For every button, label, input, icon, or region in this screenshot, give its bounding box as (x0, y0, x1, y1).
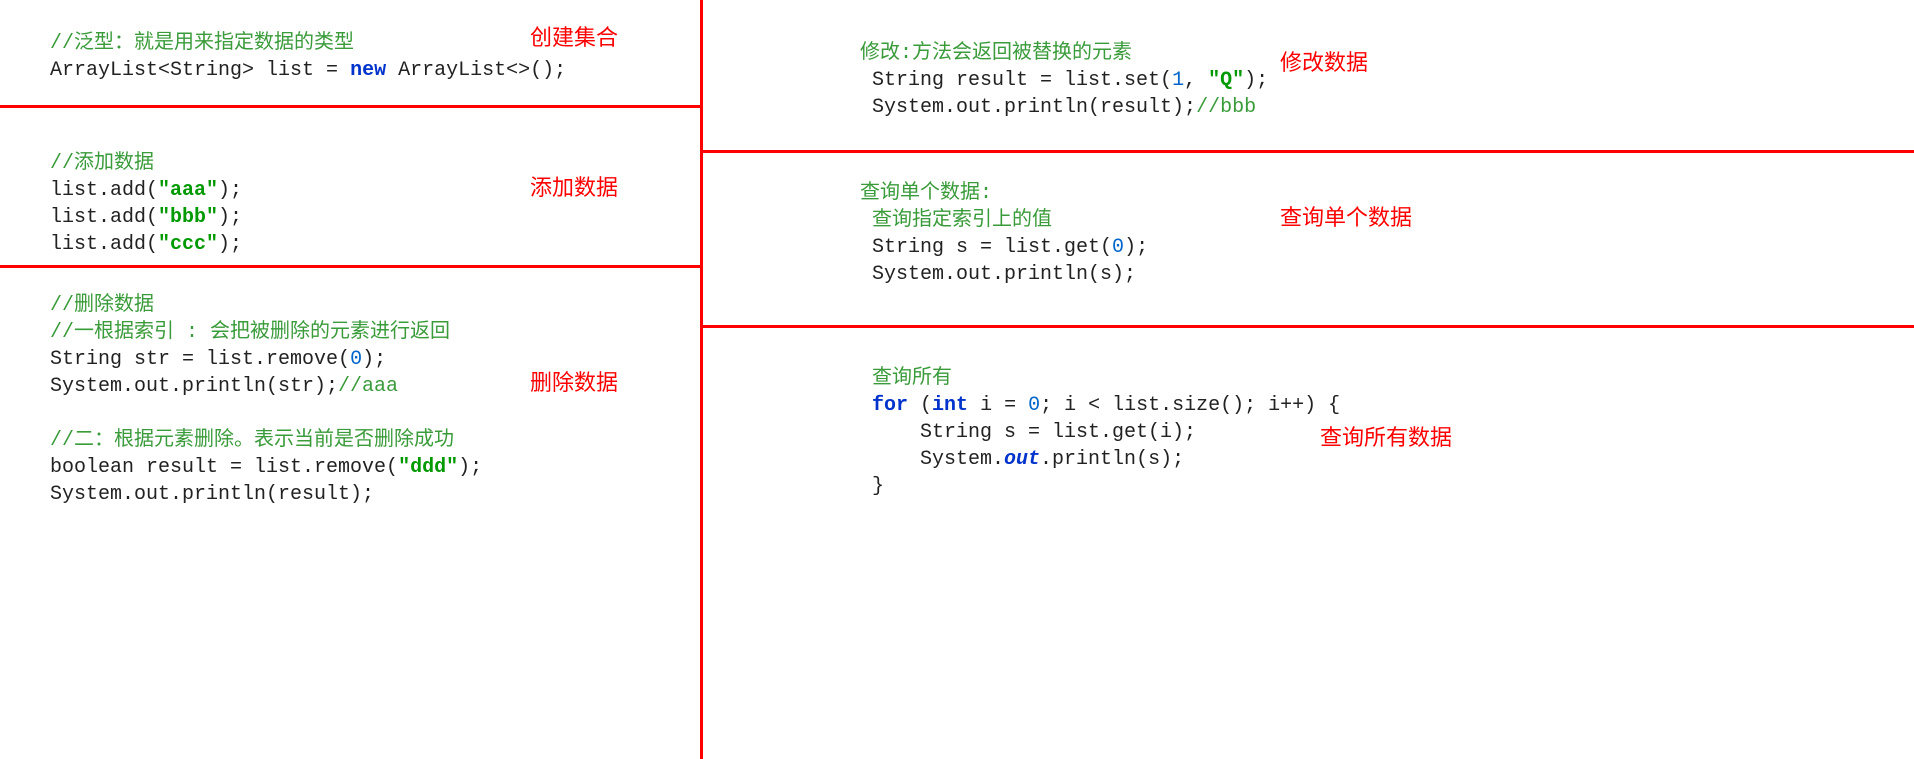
code-text: System.out.println(result); (860, 96, 1196, 119)
code-number: 0 (1028, 394, 1040, 417)
code-text: System.out.println(str); (50, 375, 338, 398)
code-text: String str = list.remove( (50, 348, 350, 371)
code-text: ( (908, 394, 932, 417)
code-keyword: out (1004, 448, 1040, 471)
cell-query-all: 查询所有 for (int i = 0; i < list.size(); i+… (810, 345, 1710, 520)
badge-remove: 删除数据 (530, 365, 618, 397)
code-text: String result = list.set( (860, 69, 1172, 92)
code-text: System.out.println(s); (860, 263, 1136, 286)
code-comment: 查询指定索引上的值 (860, 209, 1052, 232)
code-text: , (1184, 69, 1208, 92)
code-string: "bbb" (158, 206, 218, 229)
code-comment: //二：根据元素删除。表示当前是否删除成功 (50, 429, 454, 452)
code-comment: 查询所有 (860, 367, 952, 390)
cell-query-one: 查询单个数据: 查询指定索引上的值 String s = list.get(0)… (810, 160, 1710, 308)
code-comment: //一根据索引 : 会把被删除的元素进行返回 (50, 321, 450, 344)
badge-query-one: 查询单个数据 (1280, 200, 1412, 232)
cell-modify: 修改:方法会返回被替换的元素 String result = list.set(… (810, 20, 1710, 141)
code-text: ); (458, 456, 482, 479)
code-number: 1 (1172, 69, 1184, 92)
code-number: 0 (1112, 236, 1124, 259)
code-text: String s = list.get( (860, 236, 1112, 259)
code-comment: //bbb (1196, 96, 1256, 119)
code-text: boolean result = list.remove( (50, 456, 398, 479)
code-text: list.add( (50, 179, 158, 202)
badge-modify: 修改数据 (1280, 45, 1368, 77)
code-text: ); (218, 179, 242, 202)
code-string: "Q" (1208, 69, 1244, 92)
code-text: ); (362, 348, 386, 371)
code-text: list.add( (50, 233, 158, 256)
vertical-divider (700, 0, 703, 759)
code-comment: 修改:方法会返回被替换的元素 (860, 42, 1132, 65)
code-keyword: for (872, 394, 908, 417)
badge-create: 创建集合 (530, 20, 618, 52)
code-text: i = (968, 394, 1028, 417)
code-comment: //删除数据 (50, 294, 154, 317)
code-keyword: new (350, 59, 386, 82)
badge-query-all: 查询所有数据 (1320, 420, 1452, 452)
hline-right-2 (700, 325, 1914, 328)
code-comment: //添加数据 (50, 152, 154, 175)
code-string: "aaa" (158, 179, 218, 202)
code-keyword: int (932, 394, 968, 417)
code-comment: 查询单个数据: (860, 182, 992, 205)
code-text: System. (860, 448, 1004, 471)
cell-remove: //删除数据 //一根据索引 : 会把被删除的元素进行返回 String str… (0, 272, 700, 528)
code-text: ); (1244, 69, 1268, 92)
code-comment: //泛型：就是用来指定数据的类型 (50, 32, 354, 55)
code-text: String s = list.get(i); (860, 421, 1196, 444)
code-text: ArrayList<>(); (386, 59, 566, 82)
code-text: ); (218, 233, 242, 256)
code-number: 0 (350, 348, 362, 371)
code-string: "ccc" (158, 233, 218, 256)
hline-left-1 (0, 105, 700, 108)
code-text: ); (1124, 236, 1148, 259)
code-comment: //aaa (338, 375, 398, 398)
code-text (860, 394, 872, 417)
badge-add: 添加数据 (530, 170, 618, 202)
code-text: .println(s); (1040, 448, 1184, 471)
code-text: ); (218, 206, 242, 229)
code-text: ; i < list.size(); i++) { (1040, 394, 1340, 417)
code-text: list.add( (50, 206, 158, 229)
code-text: System.out.println(result); (50, 483, 374, 506)
code-text: } (860, 475, 884, 498)
code-text: ArrayList<String> list = (50, 59, 350, 82)
code-string: "ddd" (398, 456, 458, 479)
hline-right-1 (700, 150, 1914, 153)
cell-add: //添加数据 list.add("aaa"); list.add("bbb");… (0, 130, 700, 278)
